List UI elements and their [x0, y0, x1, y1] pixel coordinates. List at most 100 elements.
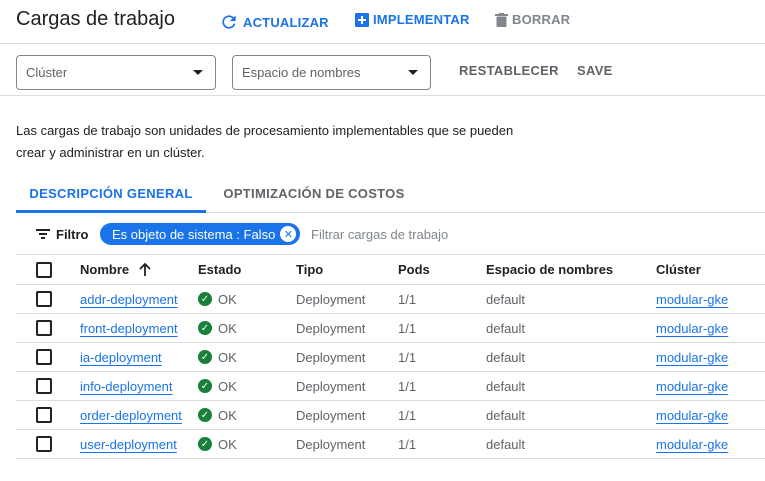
namespace-select[interactable]: Espacio de nombres [232, 55, 431, 90]
filter-chip-label: Es objeto de sistema : Falso [112, 226, 276, 242]
filter-label: Filtro [56, 227, 89, 242]
row-checkbox-cell [16, 371, 64, 401]
deploy-label: IMPLEMENTAR [373, 12, 470, 27]
refresh-label: ACTUALIZAR [243, 14, 329, 30]
status-cell: ✓ OK [198, 400, 296, 430]
select-all-cell [16, 254, 64, 285]
namespace-cell: default [486, 284, 656, 314]
cluster-link[interactable]: modular-gke [656, 408, 728, 423]
cluster-link[interactable]: modular-gke [656, 437, 728, 452]
table-filter-bar: Filtro Es objeto de sistema : Falso ✕ Fi… [16, 218, 765, 254]
namespace-cell: default [486, 342, 656, 372]
filter-chip[interactable]: Es objeto de sistema : Falso ✕ [100, 223, 301, 245]
column-header-cluster[interactable]: Clúster [656, 254, 765, 285]
namespace-cell: default [486, 400, 656, 430]
name-cell: addr-deployment [64, 284, 198, 314]
type-cell: Deployment [296, 400, 398, 430]
type-cell: Deployment [296, 284, 398, 314]
table-row[interactable]: order-deployment ✓ OK Deployment 1/1 defa… [16, 400, 765, 430]
table-row[interactable]: addr-deployment ✓ OK Deployment 1/1 defau… [16, 284, 765, 314]
table-row[interactable]: info-deployment ✓ OK Deployment 1/1 defau… [16, 371, 765, 401]
row-checkbox-cell [16, 313, 64, 343]
dropdown-arrow-icon [408, 70, 418, 75]
namespace-cell: default [486, 371, 656, 401]
reset-button[interactable]: RESTABLECER [459, 63, 559, 78]
table-row[interactable]: front-deployment ✓ OK Deployment 1/1 defa… [16, 313, 765, 343]
row-checkbox[interactable] [36, 320, 52, 336]
row-checkbox[interactable] [36, 291, 52, 307]
workload-name-link[interactable]: ia-deployment [80, 350, 162, 365]
cluster-cell: modular-gke [656, 313, 765, 343]
cluster-select[interactable]: Clúster [16, 55, 216, 90]
save-button[interactable]: SAVE [577, 63, 613, 78]
column-header-status[interactable]: Estado [198, 254, 296, 285]
arrow-up-icon [139, 262, 151, 276]
cluster-link[interactable]: modular-gke [656, 350, 728, 365]
close-icon[interactable]: ✕ [280, 226, 297, 242]
cluster-link[interactable]: modular-gke [656, 379, 728, 394]
check-circle-icon: ✓ [198, 350, 212, 364]
select-all-checkbox[interactable] [36, 261, 52, 278]
filter-toolbar: Clúster Espacio de nombres RESTABLECER S… [0, 44, 765, 96]
row-checkbox-cell [16, 429, 64, 459]
cluster-link[interactable]: modular-gke [656, 321, 728, 336]
pods-cell: 1/1 [398, 342, 486, 372]
tab-overview[interactable]: DESCRIPCIÓN GENERAL [16, 174, 206, 213]
row-checkbox[interactable] [36, 436, 52, 452]
pods-cell: 1/1 [398, 371, 486, 401]
deploy-button[interactable]: IMPLEMENTAR [355, 12, 470, 27]
cluster-cell: modular-gke [656, 371, 765, 401]
cluster-cell: modular-gke [656, 400, 765, 430]
namespace-select-label: Espacio de nombres [242, 65, 361, 80]
page-description: Las cargas de trabajo son unidades de pr… [16, 123, 514, 160]
name-cell: order-deployment [64, 400, 198, 430]
page-title: Cargas de trabajo [16, 8, 175, 30]
pods-cell: 1/1 [398, 429, 486, 459]
filter-input[interactable]: Filtrar cargas de trabajo [311, 227, 448, 242]
workload-name-link[interactable]: front-deployment [80, 321, 178, 336]
row-checkbox-cell [16, 342, 64, 372]
pods-cell: 1/1 [398, 400, 486, 430]
tab-cost-optimization[interactable]: OPTIMIZACIÓN DE COSTOS [214, 174, 414, 213]
row-checkbox[interactable] [36, 407, 52, 423]
check-circle-icon: ✓ [198, 437, 212, 451]
row-checkbox-cell [16, 284, 64, 314]
row-checkbox[interactable] [36, 349, 52, 365]
name-cell: front-deployment [64, 313, 198, 343]
pods-cell: 1/1 [398, 284, 486, 314]
name-cell: user-deployment [64, 429, 198, 459]
column-header-namespace[interactable]: Espacio de nombres [486, 254, 656, 285]
workload-name-link[interactable]: info-deployment [80, 379, 173, 394]
status-cell: ✓ OK [198, 342, 296, 372]
check-circle-icon: ✓ [198, 321, 212, 335]
cluster-cell: modular-gke [656, 342, 765, 372]
column-header-pods[interactable]: Pods [398, 254, 486, 285]
refresh-button[interactable]: ACTUALIZAR [219, 12, 329, 32]
column-header-type[interactable]: Tipo [296, 254, 398, 285]
check-circle-icon: ✓ [198, 408, 212, 422]
tab-bar: DESCRIPCIÓN GENERAL OPTIMIZACIÓN DE COST… [16, 174, 765, 213]
table-row[interactable]: ia-deployment ✓ OK Deployment 1/1 default… [16, 342, 765, 372]
status-cell: ✓ OK [198, 284, 296, 314]
refresh-icon [222, 15, 236, 29]
page-header: Cargas de trabajo ACTUALIZAR IMPLEMENTAR… [0, 0, 765, 44]
namespace-cell: default [486, 313, 656, 343]
workload-name-link[interactable]: user-deployment [80, 437, 177, 452]
status-text: OK [218, 349, 237, 365]
status-text: OK [218, 378, 237, 394]
workload-name-link[interactable]: order-deployment [80, 408, 182, 423]
workload-name-link[interactable]: addr-deployment [80, 292, 178, 307]
column-header-label: Nombre [80, 262, 130, 277]
trash-icon [495, 12, 508, 27]
status-text: OK [218, 291, 237, 307]
table-row[interactable]: user-deployment ✓ OK Deployment 1/1 defau… [16, 429, 765, 459]
row-checkbox[interactable] [36, 378, 52, 394]
dropdown-arrow-icon [193, 70, 203, 75]
cluster-link[interactable]: modular-gke [656, 292, 728, 307]
column-header-name[interactable]: Nombre [64, 254, 198, 285]
delete-button[interactable]: BORRAR [495, 12, 570, 27]
type-cell: Deployment [296, 342, 398, 372]
cluster-cell: modular-gke [656, 429, 765, 459]
status-cell: ✓ OK [198, 313, 296, 343]
type-cell: Deployment [296, 371, 398, 401]
